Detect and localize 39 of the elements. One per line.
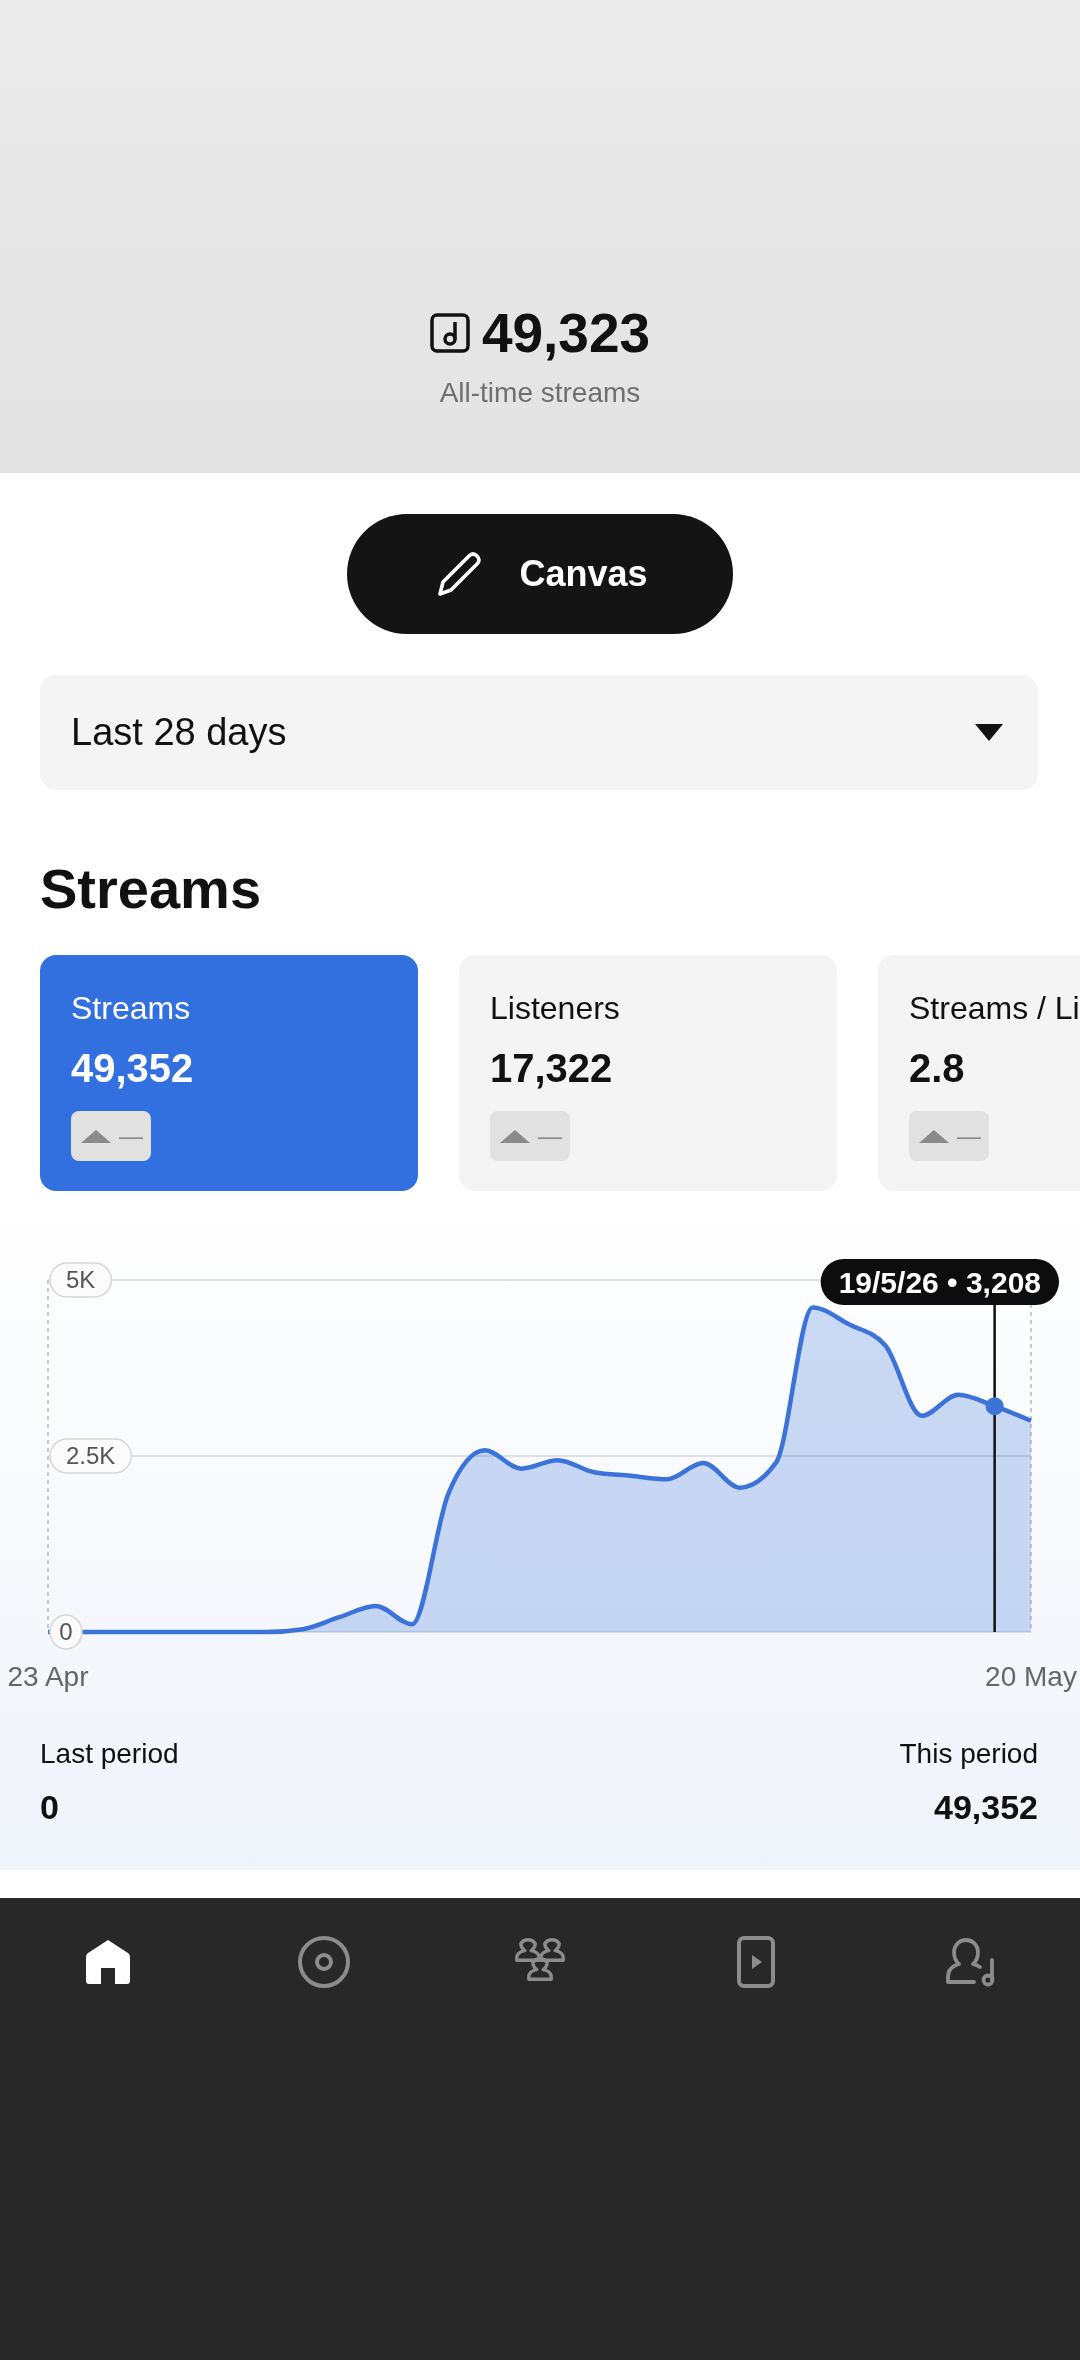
total-streams-count: 49,323 — [481, 303, 651, 363]
x-axis-label: 23 Apr — [7, 1661, 89, 1692]
period-value: 0 — [40, 1788, 59, 1826]
change-value: — — [538, 1122, 562, 1150]
canvas-button[interactable]: Canvas — [347, 514, 733, 634]
up-triangle-icon — [919, 1129, 949, 1143]
card-label: Streams — [71, 989, 191, 1028]
card-value: 17,322 — [490, 1045, 613, 1092]
y-tick-label: 0 — [59, 1618, 73, 1645]
change-value: — — [119, 1122, 143, 1150]
card-label: Streams / Li — [909, 989, 1080, 1028]
period-label: This period — [899, 1737, 1038, 1771]
y-axis-label: 2.5K — [49, 1438, 133, 1474]
x-axis-label: 20 May — [985, 1661, 1077, 1692]
disc-icon[interactable] — [296, 1934, 352, 1990]
total-streams-caption: All-time streams — [439, 376, 641, 410]
card-value: 49,352 — [71, 1045, 194, 1092]
cursor-line[interactable] — [993, 1305, 996, 1632]
period-dropdown[interactable]: Last 28 days — [40, 675, 1038, 790]
annotation: 19/5/26 • 3,208 — [838, 1266, 1041, 1299]
card-value: 2.8 — [909, 1045, 965, 1092]
y-axis-label: 0 — [49, 1614, 83, 1650]
y-tick-label: 5K — [66, 1266, 96, 1293]
change-value: — — [957, 1122, 981, 1150]
period-value: 49,352 — [934, 1788, 1038, 1826]
caret-down-icon — [975, 724, 1003, 741]
section-title: Streams — [40, 856, 263, 922]
chart-tooltip: 19/5/26 • 3,208 — [820, 1259, 1059, 1305]
up-triangle-icon — [500, 1129, 530, 1143]
metric-card[interactable]: Listeners 17,322 — — [459, 955, 837, 1191]
y-axis-label: 5K — [49, 1262, 113, 1298]
metric-card[interactable]: Streams / Li 2.8 — — [878, 955, 1080, 1191]
card-label: Listeners — [490, 989, 620, 1028]
music-note-icon — [429, 313, 470, 353]
point-marker-icon — [985, 1397, 1004, 1416]
metric-card[interactable]: Streams 49,352 — — [40, 955, 418, 1191]
period-label: Last period — [40, 1737, 179, 1771]
y-tick-label: 2.5K — [66, 1442, 116, 1469]
up-triangle-icon — [81, 1129, 111, 1143]
